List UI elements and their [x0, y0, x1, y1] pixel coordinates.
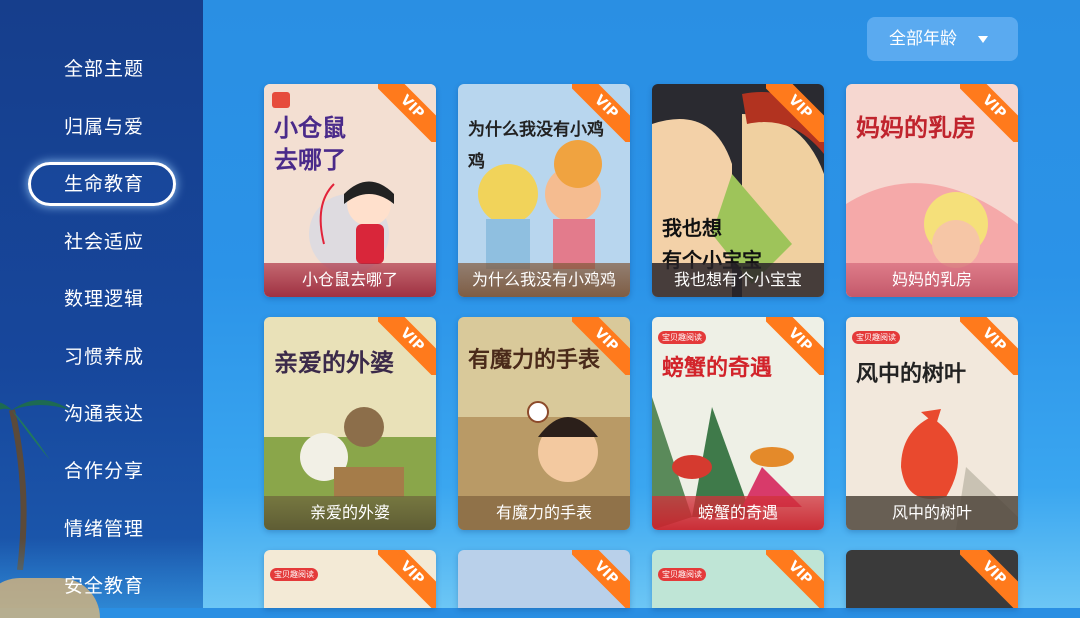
- book-card-why-no[interactable]: 为什么我没有小鸡鸡 为什么我没有小鸡鸡 VIP: [458, 84, 630, 297]
- vip-badge: VIP: [960, 84, 1018, 142]
- sidebar-item-math-logic[interactable]: 数理逻辑: [28, 277, 176, 321]
- sidebar-item-social-adaptation[interactable]: 社会适应: [28, 220, 176, 264]
- book-card-grandma[interactable]: 亲爱的外婆 亲爱的外婆 VIP: [264, 317, 436, 530]
- book-card-hamster[interactable]: 小仓鼠 去哪了 小仓鼠去哪了 VIP: [264, 84, 436, 297]
- publisher-badge: 宝贝趣阅读: [658, 568, 706, 581]
- triangle-down-icon: [978, 36, 988, 43]
- sidebar-item-life-education[interactable]: 生命教育: [28, 162, 176, 206]
- book-title: 为什么我没有小鸡鸡: [458, 263, 630, 297]
- sidebar-item-all-themes[interactable]: 全部主题: [28, 47, 176, 91]
- publisher-badge: 宝贝趣阅读: [852, 331, 900, 344]
- book-title: 小仓鼠去哪了: [264, 263, 436, 297]
- sidebar-item-habits[interactable]: 习惯养成: [28, 335, 176, 379]
- vip-badge: VIP: [572, 84, 630, 142]
- vip-badge: VIP: [960, 317, 1018, 375]
- book-title: 螃蟹的奇遇: [652, 496, 824, 530]
- sidebar-item-cooperation[interactable]: 合作分享: [28, 449, 176, 493]
- book-title: 风中的树叶: [846, 496, 1018, 530]
- vip-badge: VIP: [378, 550, 436, 608]
- book-title: 有魔力的手表: [458, 496, 630, 530]
- book-card-leaf[interactable]: 宝贝趣阅读 风中的树叶 风中的树叶 VIP: [846, 317, 1018, 530]
- book-card-want-baby[interactable]: 我也想 有个小宝宝 我也想有个小宝宝 VIP: [652, 84, 824, 297]
- vip-badge: VIP: [766, 550, 824, 608]
- vip-badge: VIP: [378, 84, 436, 142]
- book-title: 妈妈的乳房: [846, 263, 1018, 297]
- vip-badge: VIP: [766, 317, 824, 375]
- book-card-partial[interactable]: VIP: [846, 550, 1018, 608]
- age-filter-label: 全部年龄: [889, 29, 957, 49]
- vip-badge: VIP: [960, 550, 1018, 608]
- publisher-badge: 宝贝趣阅读: [270, 568, 318, 581]
- vip-badge: VIP: [572, 317, 630, 375]
- book-title: 亲爱的外婆: [264, 496, 436, 530]
- book-card-magic-watch[interactable]: 有魔力的手表 有魔力的手表 VIP: [458, 317, 630, 530]
- sidebar-item-emotion[interactable]: 情绪管理: [28, 507, 176, 551]
- age-filter-dropdown[interactable]: 全部年龄: [867, 17, 1018, 61]
- book-title: 我也想有个小宝宝: [652, 263, 824, 297]
- book-card-partial[interactable]: VIP: [458, 550, 630, 608]
- book-card-partial[interactable]: 宝贝趣阅读 VIP: [264, 550, 436, 608]
- vip-badge: VIP: [766, 84, 824, 142]
- vip-badge: VIP: [378, 317, 436, 375]
- category-sidebar: 全部主题 归属与爱 生命教育 社会适应 数理逻辑 习惯养成 沟通表达 合作分享 …: [0, 0, 203, 618]
- vip-badge: VIP: [572, 550, 630, 608]
- book-card-mom[interactable]: 妈妈的乳房 妈妈的乳房 VIP: [846, 84, 1018, 297]
- sidebar-item-communication[interactable]: 沟通表达: [28, 392, 176, 436]
- sidebar-item-belonging-love[interactable]: 归属与爱: [28, 105, 176, 149]
- sidebar-item-safety[interactable]: 安全教育: [28, 564, 176, 608]
- book-card-partial[interactable]: 宝贝趣阅读 VIP: [652, 550, 824, 608]
- book-card-crab[interactable]: 宝贝趣阅读 螃蟹的奇遇 螃蟹的奇遇 VIP: [652, 317, 824, 530]
- publisher-badge: 宝贝趣阅读: [658, 331, 706, 344]
